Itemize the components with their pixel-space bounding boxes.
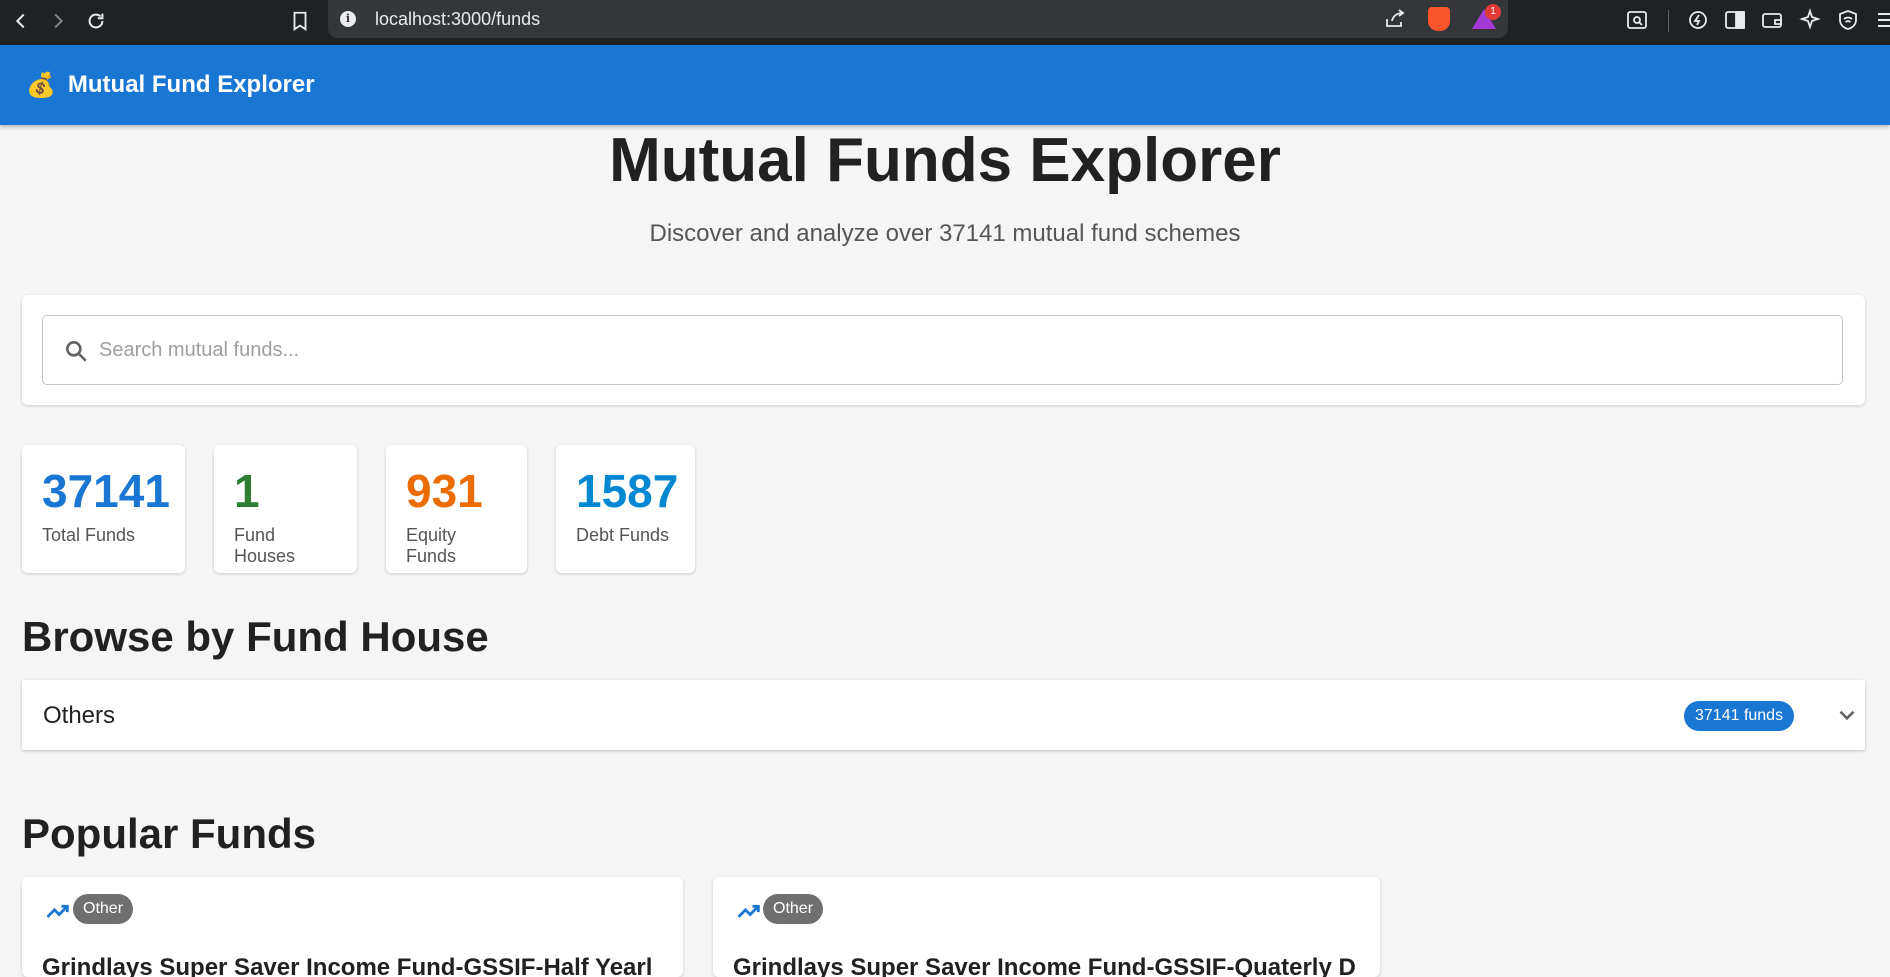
search-card: [22, 295, 1865, 405]
stat-value: 1587: [576, 465, 679, 517]
app-title[interactable]: Mutual Fund Explorer: [68, 71, 315, 99]
page-title: Mutual Funds Explorer: [609, 126, 1281, 195]
page-subtitle: Discover and analyze over 37141 mutual f…: [649, 220, 1241, 247]
ai-sparkle-icon[interactable]: [1798, 8, 1822, 37]
stat-label: Total Funds: [42, 525, 136, 545]
search-input[interactable]: [99, 326, 1819, 374]
site-info-icon[interactable]: i: [340, 11, 356, 27]
back-icon[interactable]: [6, 6, 36, 36]
search-icon: [63, 338, 89, 369]
app-header: 💰 Mutual Fund Explorer: [0, 45, 1890, 125]
fund-card[interactable]: Other Grindlays Super Saver Income Fund-…: [713, 877, 1380, 977]
forward-icon[interactable]: [43, 6, 73, 36]
stat-label: Debt Funds: [576, 525, 670, 545]
sidebar-icon[interactable]: [1723, 8, 1747, 37]
fund-house-accordion[interactable]: Others 37141 funds: [22, 680, 1865, 750]
chevron-down-icon[interactable]: [1834, 702, 1860, 733]
main-content: Mutual Funds Explorer Discover and analy…: [0, 125, 1890, 977]
fund-card[interactable]: Other Grindlays Super Saver Income Fund-…: [22, 877, 683, 977]
fund-house-name: Others: [43, 702, 116, 729]
stat-card-debt-funds: 1587 Debt Funds: [556, 445, 695, 573]
stat-value: 1: [234, 465, 260, 517]
url-text[interactable]: localhost:3000/funds: [375, 9, 540, 30]
browse-heading: Browse by Fund House: [22, 613, 489, 660]
reader-mode-icon[interactable]: [1625, 8, 1649, 37]
fund-category-chip: Other: [763, 894, 824, 924]
money-bag-icon: 💰: [26, 71, 56, 99]
stat-card-total-funds: 37141 Total Funds: [22, 445, 185, 573]
trending-up-icon: [44, 897, 72, 930]
fund-category-chip: Other: [73, 894, 134, 924]
popular-heading: Popular Funds: [22, 810, 316, 857]
reload-icon[interactable]: [81, 6, 111, 36]
wallet-icon[interactable]: [1760, 8, 1784, 37]
trending-up-icon: [735, 897, 763, 930]
menu-icon[interactable]: [1874, 8, 1890, 37]
share-icon[interactable]: [1383, 7, 1407, 36]
stat-label: Equity Funds: [406, 525, 457, 566]
stat-value: 37141: [42, 465, 170, 517]
brave-shields-icon[interactable]: [1428, 7, 1450, 31]
stat-label: Fund Houses: [234, 525, 296, 566]
stat-card-equity-funds: 931 Equity Funds: [386, 445, 527, 573]
stat-value: 931: [406, 465, 483, 517]
address-bar[interactable]: i localhost:3000/funds: [328, 0, 1508, 38]
fund-name[interactable]: Grindlays Super Saver Income Fund-GSSIF-…: [733, 954, 1363, 977]
browser-toolbar: i localhost:3000/funds 1: [0, 0, 1890, 45]
fund-count-badge: 37141 funds: [1684, 701, 1795, 731]
vpn-shield-icon[interactable]: [1836, 8, 1860, 37]
search-field[interactable]: [42, 315, 1843, 385]
bookmark-icon[interactable]: [285, 6, 315, 36]
rewards-badge: 1: [1485, 4, 1501, 20]
fund-name[interactable]: Grindlays Super Saver Income Fund-GSSIF-…: [42, 954, 672, 977]
stat-card-fund-houses: 1 Fund Houses: [214, 445, 357, 573]
leo-icon[interactable]: [1686, 8, 1710, 37]
